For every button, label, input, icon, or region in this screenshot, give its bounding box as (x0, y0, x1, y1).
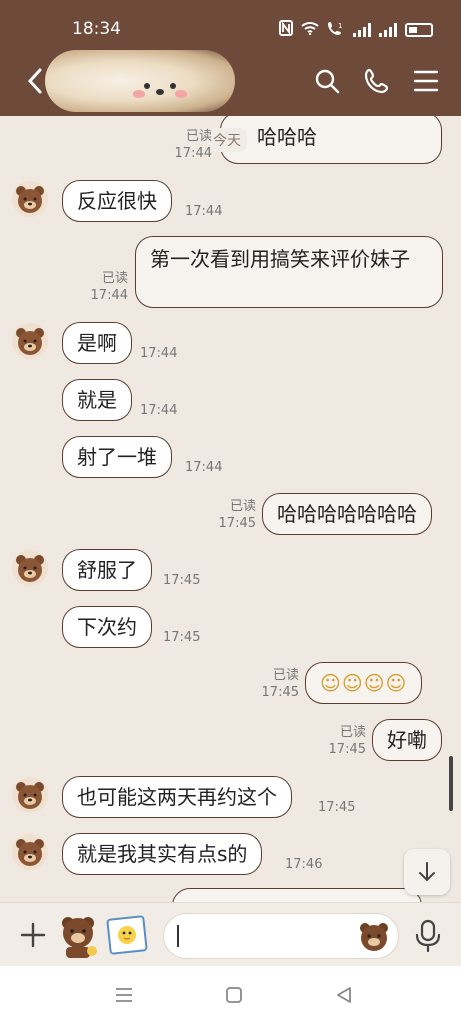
message-text: 就是 (77, 388, 117, 412)
brown-bear-icon (16, 328, 44, 355)
avatar[interactable] (12, 777, 48, 813)
photo-sticker-icon[interactable] (106, 915, 148, 955)
message-bubble-sent[interactable]: 哈哈哈 (220, 116, 442, 164)
signal-icon (379, 23, 397, 37)
home-icon[interactable] (224, 986, 244, 1004)
status-bar: 18:34 1 (0, 0, 461, 46)
nfc-icon (279, 20, 293, 40)
message-time: 17:45 (163, 573, 201, 588)
brown-bear-icon (16, 555, 44, 582)
message-text: 射了一堆 (77, 445, 157, 469)
message-time: 17:46 (285, 857, 323, 872)
status-time: 18:34 (72, 19, 121, 39)
avatar[interactable] (12, 181, 48, 217)
read-status: 已读 (185, 129, 212, 144)
sticker-icon[interactable] (56, 911, 100, 959)
battery-icon (405, 23, 433, 37)
microphone-icon[interactable] (414, 919, 442, 953)
message-time: 17:45 (218, 516, 256, 531)
message-time: 17:44 (185, 460, 223, 475)
message-bubble-received[interactable]: 舒服了 (62, 549, 152, 591)
call-button[interactable] (362, 66, 392, 96)
scroll-to-bottom-button[interactable] (404, 849, 450, 895)
message-time: 17:44 (90, 288, 128, 303)
message-time: 17:45 (163, 630, 201, 645)
plus-icon[interactable] (18, 920, 48, 950)
bear-face-icon (133, 83, 187, 98)
call-icon: 1 (327, 20, 345, 40)
message-bubble-received[interactable]: 就是我其实有点s的 (62, 833, 263, 875)
message-bubble-received[interactable]: 下次约 (62, 606, 152, 648)
brown-bear-icon (16, 839, 44, 866)
recent-apps-icon[interactable] (114, 986, 134, 1004)
message-text: 哈哈哈哈哈哈哈 (277, 502, 417, 526)
message-time: 17:45 (328, 742, 366, 757)
emoji-bear-icon[interactable] (357, 919, 391, 953)
message-text: 好嘞 (387, 728, 427, 752)
avatar[interactable] (12, 834, 48, 870)
message-meta: 已读 17:45 (324, 724, 366, 758)
wifi-icon (301, 21, 319, 39)
svg-text:1: 1 (338, 22, 342, 30)
message-input-bar (0, 902, 461, 966)
brown-bear-icon (16, 782, 44, 809)
read-status: 已读 (229, 499, 256, 514)
message-list[interactable]: 哈哈哈 今天 已读 17:44 反应很快 17:44 第一次看到用搞笑来评价妹子… (0, 116, 461, 902)
system-nav-bar (0, 966, 461, 1024)
message-time: 17:44 (140, 346, 178, 361)
search-icon (315, 69, 340, 94)
avatar[interactable] (12, 550, 48, 586)
chevron-left-icon[interactable] (22, 64, 52, 98)
message-bubble-sent[interactable]: 第一次看到用搞笑来评价妹子 (135, 236, 443, 308)
chat-header (0, 46, 461, 116)
menu-button[interactable] (411, 66, 441, 96)
back-triangle-icon[interactable] (334, 986, 354, 1004)
message-text: 就是我其实有点s的 (77, 842, 248, 866)
message-text: 下次约 (77, 615, 137, 639)
message-bubble-sent[interactable]: 好嘞 (372, 719, 442, 761)
text-cursor (177, 925, 179, 947)
phone-icon (364, 68, 389, 94)
message-text: 反应很快 (77, 189, 157, 213)
message-meta: 已读 17:45 (214, 498, 256, 532)
message-time: 17:44 (140, 403, 178, 418)
read-status: 已读 (339, 725, 366, 740)
message-time: 17:45 (318, 800, 356, 815)
message-bubble-received[interactable]: 就是 (62, 379, 132, 421)
message-time: 17:45 (261, 685, 299, 700)
message-text: 哈哈哈 (257, 125, 317, 149)
date-chip: 今天 (207, 128, 247, 152)
message-bubble-sent-partial[interactable] (172, 888, 422, 902)
message-bubble-sent[interactable]: ☺☺☺☺ (305, 662, 423, 704)
read-status: 已读 (101, 271, 128, 286)
message-bubble-received[interactable]: 是啊 (62, 322, 132, 364)
message-bubble-received[interactable]: 也可能这两天再约这个 (62, 776, 292, 818)
read-status: 已读 (272, 668, 299, 683)
message-bubble-sent[interactable]: 哈哈哈哈哈哈哈 (262, 493, 432, 535)
brown-bear-icon (16, 186, 44, 213)
smile-emoji-icon: ☺☺☺☺ (320, 671, 408, 695)
message-time: 17:44 (174, 146, 212, 161)
message-text: 舒服了 (77, 558, 137, 582)
message-bubble-received[interactable]: 反应很快 (62, 180, 172, 222)
message-bubble-received[interactable]: 射了一堆 (62, 436, 172, 478)
arrow-down-icon (419, 862, 435, 882)
menu-icon (413, 70, 439, 92)
message-meta: 已读 17:44 (170, 128, 212, 162)
contact-avatar[interactable] (45, 50, 235, 112)
message-meta: 已读 17:44 (86, 270, 128, 304)
message-time: 17:44 (185, 204, 223, 219)
message-text: 是啊 (77, 331, 117, 355)
signal-icon (353, 23, 371, 37)
message-meta: 已读 17:45 (257, 667, 299, 701)
search-button[interactable] (312, 66, 342, 96)
message-text: 也可能这两天再约这个 (77, 785, 277, 809)
status-icons: 1 (279, 20, 433, 40)
avatar[interactable] (12, 323, 48, 359)
scrollbar[interactable] (449, 756, 453, 811)
message-text: 第一次看到用搞笑来评价妹子 (150, 247, 410, 271)
